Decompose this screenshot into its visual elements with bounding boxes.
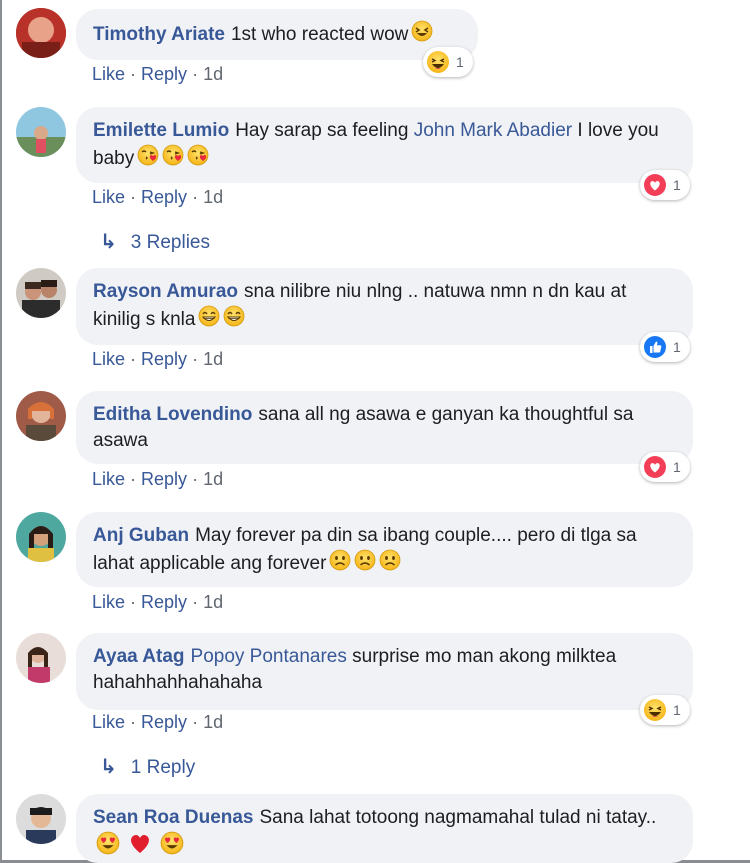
reaction-badge[interactable]: 1 xyxy=(640,170,690,200)
reply-arrow-icon: ↳ xyxy=(100,231,117,253)
comment-actions: Like · Reply · 1d xyxy=(92,348,223,370)
timestamp[interactable]: 1d xyxy=(203,349,223,369)
reply-link[interactable]: Reply xyxy=(141,64,187,84)
like-link[interactable]: Like xyxy=(92,712,125,732)
avatar[interactable] xyxy=(16,391,66,441)
comment-actions: Like · Reply · 1d xyxy=(92,591,223,613)
avatar[interactable] xyxy=(16,633,66,683)
timestamp[interactable]: 1d xyxy=(203,187,223,207)
view-replies-link[interactable]: ↳ 3 Replies xyxy=(100,230,210,255)
separator: · xyxy=(130,469,137,489)
avatar[interactable] xyxy=(16,107,66,157)
comment-bubble: Ayaa Atag Popoy Pontanares surprise mo ma… xyxy=(76,633,693,710)
reply-link[interactable]: Reply xyxy=(141,469,187,489)
comment-bubble: Timothy Ariate 1st who reacted wow xyxy=(76,9,478,60)
reaction-count: 1 xyxy=(456,54,464,70)
heart-eyes-emoji xyxy=(160,831,184,863)
replies-count-label: 1 Reply xyxy=(130,757,196,778)
like-link[interactable]: Like xyxy=(92,349,125,369)
comment-author[interactable]: Sean Roa Duenas xyxy=(93,807,254,828)
comment-bubble: Rayson Amurao sna nilibre niu nlng .. nat… xyxy=(76,268,693,345)
like-link[interactable]: Like xyxy=(92,187,125,207)
reaction-badge[interactable]: 1 xyxy=(640,695,690,725)
timestamp[interactable]: 1d xyxy=(203,712,223,732)
love-reaction-icon xyxy=(644,174,666,196)
comment-bubble: Anj Guban May forever pa din sa ibang cou… xyxy=(76,512,693,587)
comment-bubble: Emilette Lumio Hay sarap sa feeling John … xyxy=(76,107,693,183)
love-reaction-icon xyxy=(644,456,666,478)
timestamp[interactable]: 1d xyxy=(203,64,223,84)
haha-reaction-icon xyxy=(644,699,666,721)
reaction-badge[interactable]: 1 xyxy=(640,332,690,362)
comment-bubble: Editha Lovendino sana all ng asawa e gany… xyxy=(76,391,693,464)
separator: · xyxy=(192,349,199,369)
reaction-count: 1 xyxy=(673,702,681,718)
avatar[interactable] xyxy=(16,268,66,318)
sad-emoji xyxy=(379,549,401,579)
reply-arrow-icon: ↳ xyxy=(100,756,117,778)
reaction-badge[interactable]: 1 xyxy=(423,47,473,77)
comment-actions: Like · Reply · 1d xyxy=(92,63,223,85)
reply-link[interactable]: Reply xyxy=(141,187,187,207)
frame-left-border xyxy=(0,0,2,863)
comment-author[interactable]: Editha Lovendino xyxy=(93,404,252,425)
kiss-heart-emoji xyxy=(187,144,209,174)
comment-author[interactable]: Rayson Amurao xyxy=(93,281,238,302)
reply-link[interactable]: Reply xyxy=(141,592,187,612)
reply-link[interactable]: Reply xyxy=(141,349,187,369)
separator: · xyxy=(130,592,137,612)
kiss-heart-emoji xyxy=(162,144,184,174)
comment-actions: Like · Reply · 1d xyxy=(92,711,223,733)
comment-author[interactable]: Ayaa Atag xyxy=(93,646,185,667)
kiss-heart-emoji xyxy=(137,144,159,174)
separator: · xyxy=(192,187,199,207)
like-link[interactable]: Like xyxy=(92,469,125,489)
comment-text: Sana lahat totoong nagmamahal tulad ni t… xyxy=(259,807,657,828)
like-reaction-icon xyxy=(644,336,666,358)
heart-eyes-emoji xyxy=(96,831,120,863)
separator: · xyxy=(130,64,137,84)
reaction-count: 1 xyxy=(673,459,681,475)
like-link[interactable]: Like xyxy=(92,64,125,84)
avatar[interactable] xyxy=(16,794,66,844)
red-heart-emoji xyxy=(128,832,152,862)
separator: · xyxy=(192,712,199,732)
reaction-badge[interactable]: 1 xyxy=(640,452,690,482)
comment-author[interactable]: Emilette Lumio xyxy=(93,120,229,141)
separator: · xyxy=(130,349,137,369)
separator: · xyxy=(192,469,199,489)
like-link[interactable]: Like xyxy=(92,592,125,612)
replies-count-label: 3 Replies xyxy=(130,232,210,253)
avatar[interactable] xyxy=(16,8,66,58)
separator: · xyxy=(192,64,199,84)
comment-text: 1st who reacted wow xyxy=(230,24,409,46)
comment-author[interactable]: Timothy Ariate xyxy=(93,24,225,45)
laughing-sweat-emoji xyxy=(411,20,433,50)
comment-actions: Like · Reply · 1d xyxy=(92,468,223,490)
comment-bubble: Sean Roa Duenas Sana lahat totoong nagmam… xyxy=(76,794,693,863)
separator: · xyxy=(130,187,137,207)
view-replies-link[interactable]: ↳ 1 Reply xyxy=(100,755,195,780)
timestamp[interactable]: 1d xyxy=(203,469,223,489)
separator: · xyxy=(130,712,137,732)
grinning-emoji xyxy=(198,305,220,335)
timestamp[interactable]: 1d xyxy=(203,592,223,612)
mention-link[interactable]: John Mark Abadier xyxy=(414,120,572,141)
reaction-count: 1 xyxy=(673,339,681,355)
reply-link[interactable]: Reply xyxy=(141,712,187,732)
comment-text: Hay sarap sa feeling xyxy=(235,120,409,141)
sad-emoji xyxy=(329,549,351,579)
reaction-count: 1 xyxy=(673,177,681,193)
avatar[interactable] xyxy=(16,512,66,562)
comment-actions: Like · Reply · 1d xyxy=(92,186,223,208)
comment-author[interactable]: Anj Guban xyxy=(93,525,189,546)
separator: · xyxy=(192,592,199,612)
sad-emoji xyxy=(354,549,376,579)
haha-reaction-icon xyxy=(427,51,449,73)
mention-link[interactable]: Popoy Pontanares xyxy=(191,646,347,667)
grinning-emoji xyxy=(223,305,245,335)
